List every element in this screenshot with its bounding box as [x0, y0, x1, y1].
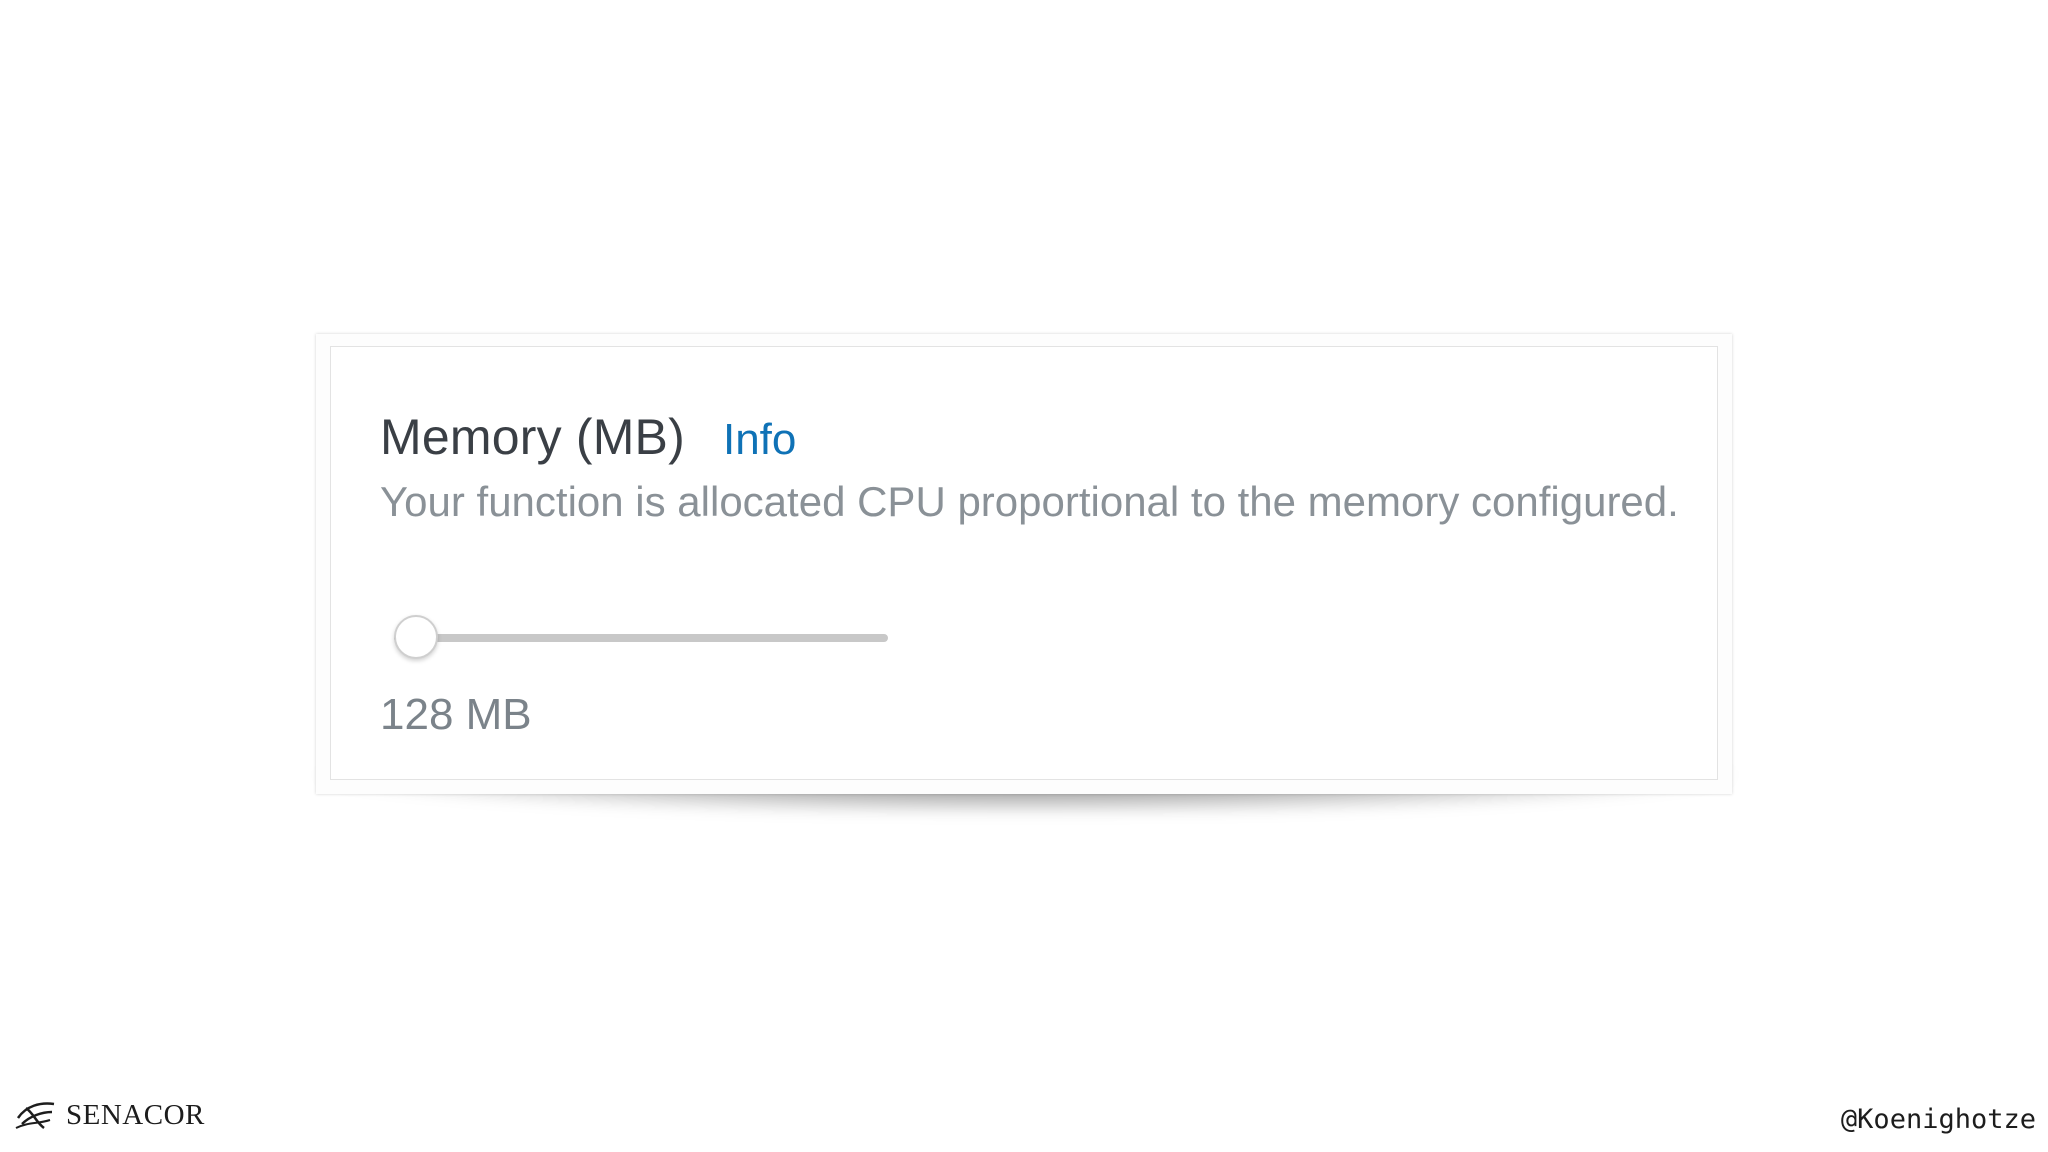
memory-title: Memory (MB)	[380, 409, 685, 465]
senacor-logo-icon	[15, 1102, 55, 1129]
memory-slider[interactable]	[394, 612, 888, 668]
info-link[interactable]: Info	[723, 415, 796, 465]
slider-thumb[interactable]	[394, 615, 438, 659]
brand-name: SENACOR	[66, 1098, 205, 1131]
author-handle: @Koenighotze	[1840, 1104, 2036, 1135]
brand: SENACOR	[14, 1098, 205, 1132]
slider-track[interactable]	[394, 634, 888, 642]
memory-value-label: 128 MB	[380, 690, 532, 739]
memory-header: Memory (MB) Info	[380, 408, 796, 466]
memory-description: Your function is allocated CPU proportio…	[380, 478, 1679, 525]
